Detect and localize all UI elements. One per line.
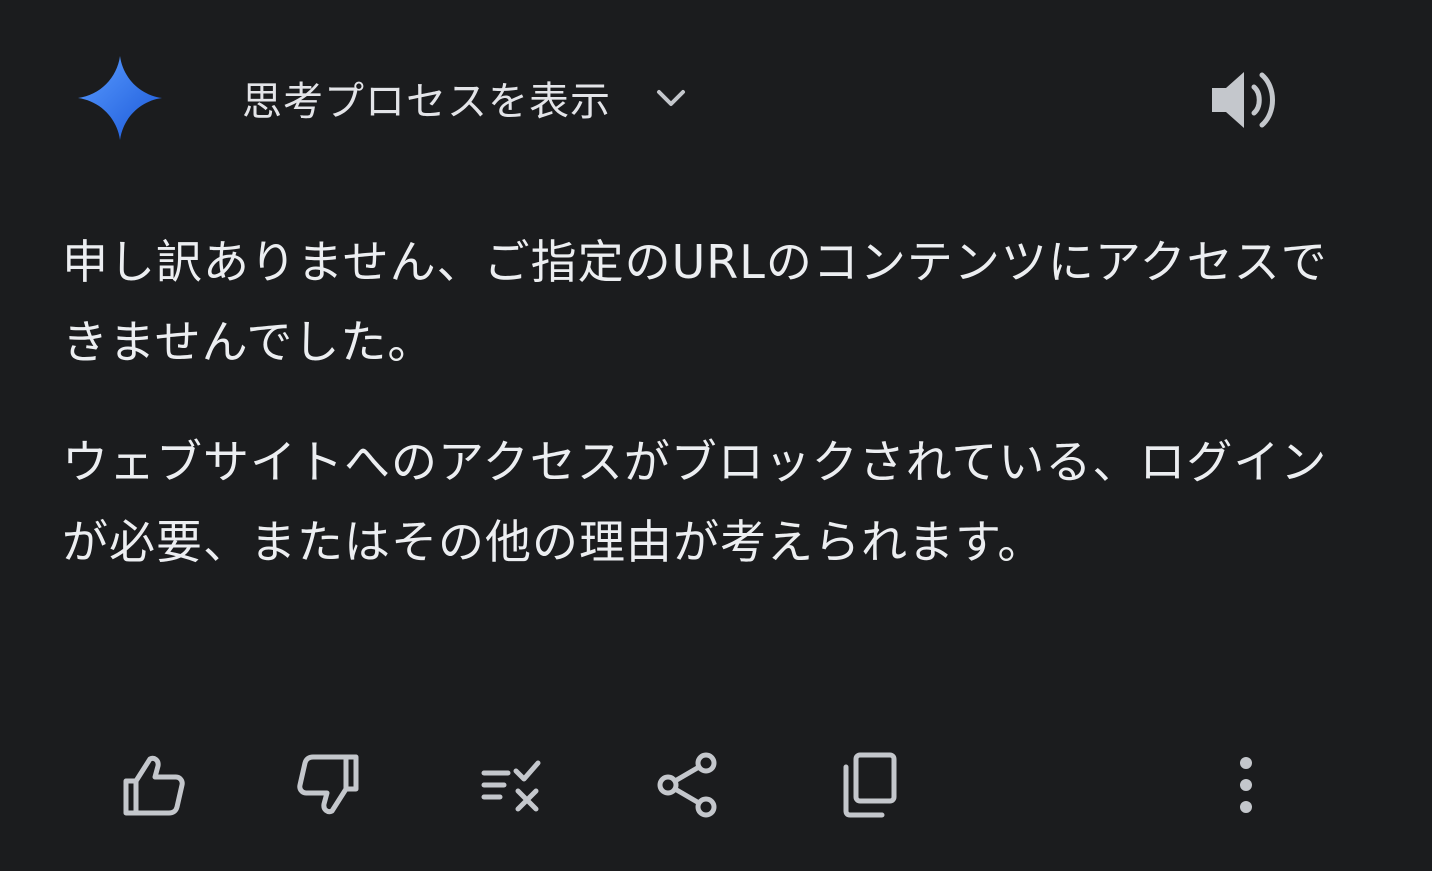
- response-paragraph: ウェブサイトへのアクセスがブロックされている、ログインが必要、またはその他の理由…: [62, 435, 1328, 569]
- modify-response-button[interactable]: [470, 745, 550, 825]
- response-paragraph: 申し訳ありません、ご指定のURLのコンテンツにアクセスできませんでした。: [62, 235, 1328, 369]
- gemini-response-card: 思考プロセスを表示 申し訳ありません、ご指定のURLのコンテンツにアクセスできま…: [0, 0, 1432, 871]
- response-actions-bar: [0, 735, 1432, 835]
- gemini-sparkle-icon: [78, 56, 162, 140]
- copy-button[interactable]: [830, 745, 910, 825]
- speaker-icon[interactable]: [1204, 60, 1284, 140]
- response-header: 思考プロセスを表示: [0, 0, 1432, 195]
- thumbs-down-icon: [297, 754, 359, 815]
- modify-response-icon: [481, 760, 541, 812]
- response-text: 申し訳ありません、ご指定のURLのコンテンツにアクセスできませんでした。 ウェブ…: [62, 222, 1362, 622]
- more-options-button[interactable]: [1206, 745, 1286, 825]
- copy-icon: [843, 752, 897, 818]
- thumbs-up-icon: [123, 755, 185, 816]
- thumbs-down-button[interactable]: [290, 745, 370, 825]
- show-thinking-label: 思考プロセスを表示: [242, 79, 611, 125]
- more-options-icon: [1240, 757, 1252, 813]
- share-icon: [657, 752, 717, 818]
- show-thinking-toggle[interactable]: 思考プロセスを表示: [222, 60, 711, 136]
- chevron-down-icon: [657, 90, 685, 106]
- thumbs-up-button[interactable]: [112, 745, 192, 825]
- share-button[interactable]: [648, 745, 728, 825]
